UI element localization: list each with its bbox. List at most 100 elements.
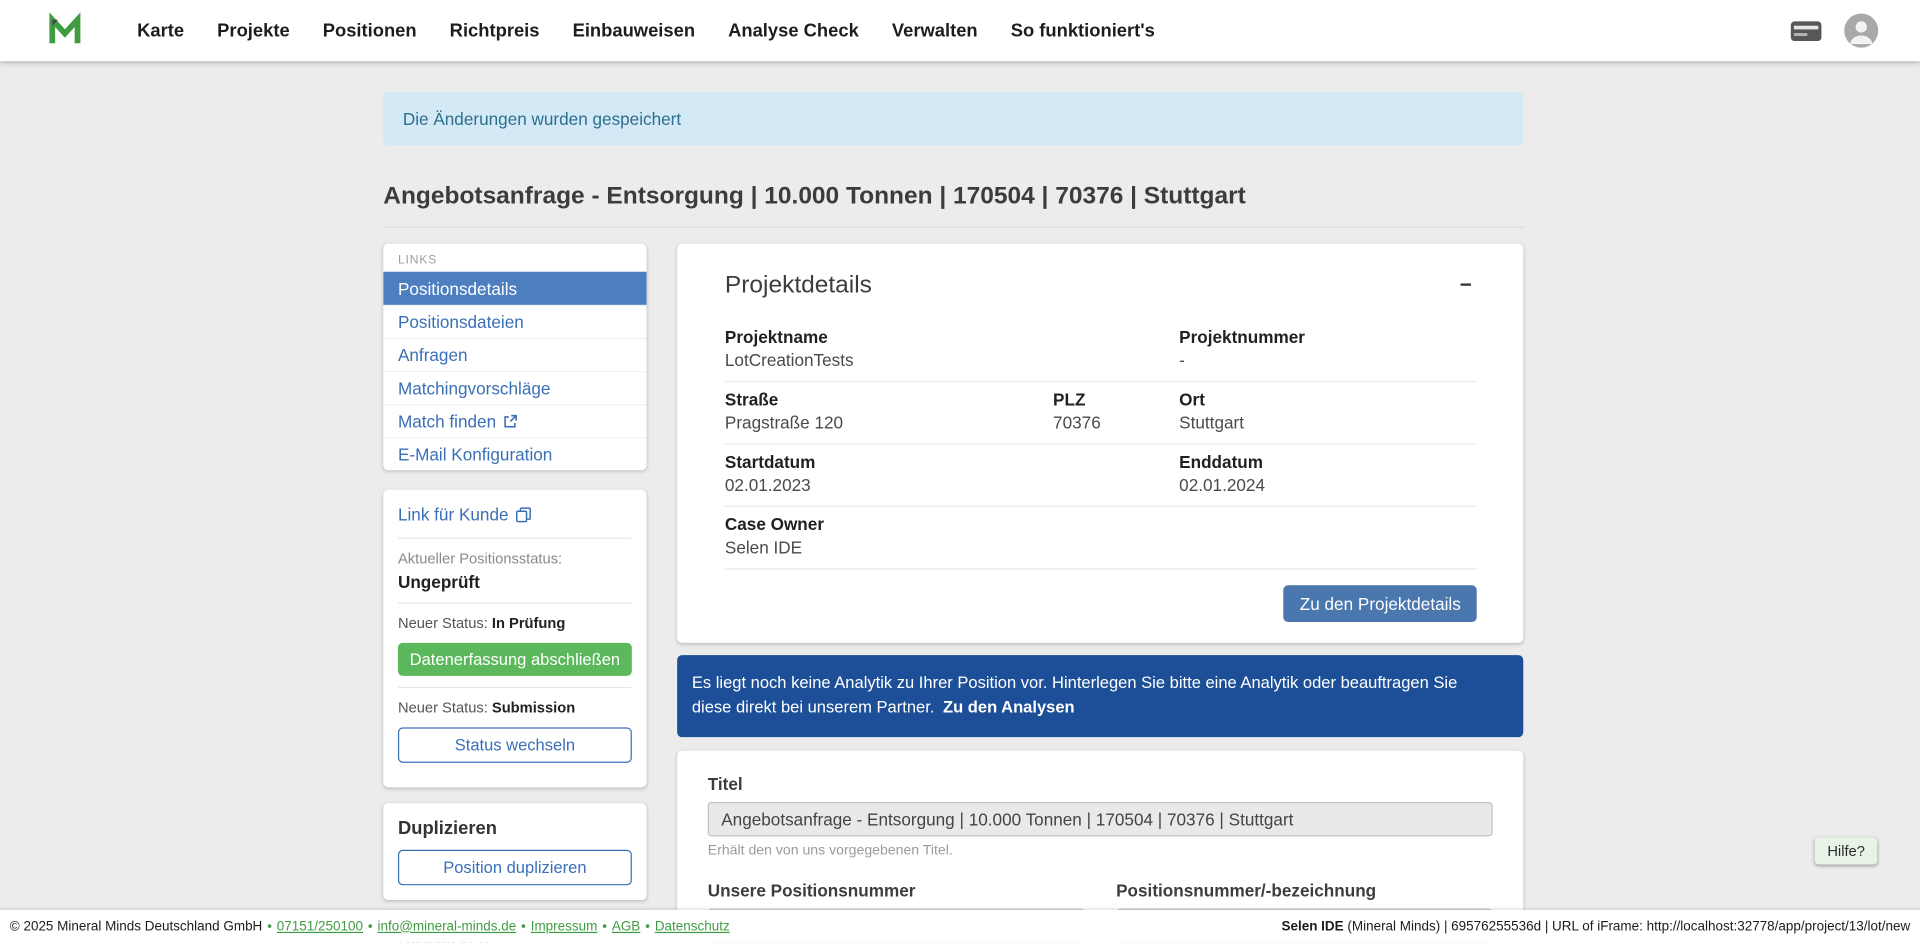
sidebar-item-anfragen[interactable]: Anfragen [383,338,646,371]
field-label: Enddatum [1179,452,1477,472]
project-actions: Zu den Projektdetails [725,585,1477,622]
analytics-banner: Es liegt noch keine Analytik zu Ihrer Po… [677,655,1523,736]
collapse-button[interactable]: − [1455,272,1477,298]
footer-user-name: Selen IDE [1282,919,1344,934]
footer: © 2025 Mineral Minds Deutschland GmbH • … [0,910,1920,943]
customer-link[interactable]: Link für Kunde [398,504,532,524]
titel-label: Titel [708,773,1493,793]
content-columns: LINKS Positionsdetails Positionsdateien … [383,244,1523,943]
field-startdatum: Startdatum 02.01.2023 [725,452,1179,495]
field-row: Startdatum 02.01.2023 Enddatum 02.01.202… [725,444,1477,506]
field-ort: Ort Stuttgart [1179,389,1477,432]
status-wechseln-button[interactable]: Status wechseln [398,727,632,763]
nav-item-positionen[interactable]: Positionen [323,20,417,41]
nav-item-verwalten[interactable]: Verwalten [892,20,978,41]
nav-item-richtpreis[interactable]: Richtpreis [450,20,540,41]
project-details-card: Projektdetails − Projektname LotCreation… [677,244,1523,643]
current-status-label: Aktueller Positionsstatus: [398,550,632,567]
customer-link-section: Link für Kunde [398,503,632,537]
footer-agb-link[interactable]: AGB [612,919,640,934]
left-sidebar: LINKS Positionsdetails Positionsdateien … [383,244,646,943]
next-status-submission-section: Neuer Status: Submission Status wechseln [398,687,632,774]
card-reader-icon[interactable] [1790,20,1822,41]
field-label: Startdatum [725,452,1179,472]
duplicate-card: Duplizieren Position duplizieren [383,803,646,900]
field-enddatum: Enddatum 02.01.2024 [1179,452,1477,495]
sidebar-item-match-finden[interactable]: Match finden [383,404,646,437]
footer-separator: • [645,919,650,934]
sidebar-item-positionsdateien[interactable]: Positionsdateien [383,305,646,338]
zu-den-projektdetails-button[interactable]: Zu den Projektdetails [1284,585,1477,622]
field-projektname: Projektname LotCreationTests [725,327,1179,370]
field-label: PLZ [1053,389,1179,409]
next-status-label: Neuer Status: [398,699,488,716]
customer-link-label: Link für Kunde [398,504,509,524]
next-status-value: Submission [492,699,575,716]
field-label: Case Owner [725,514,1179,534]
page-container: Die Änderungen wurden gespeichert Angebo… [383,92,1523,943]
titel-input [708,801,1493,835]
sidebar-item-label: Positionsdateien [398,312,524,332]
field-value: - [1179,350,1477,370]
footer-separator: • [267,919,272,934]
nav-item-einbauweisen[interactable]: Einbauweisen [573,20,695,41]
nav-item-projekte[interactable]: Projekte [217,20,289,41]
footer-email-link[interactable]: info@mineral-minds.de [377,919,516,934]
titel-helper: Erhält den von uns vorgegebenen Titel. [708,843,1493,858]
sidebar-item-email-konfiguration[interactable]: E-Mail Konfiguration [383,437,646,470]
footer-phone-link[interactable]: 07151/250100 [277,919,363,934]
project-fields: Projektname LotCreationTests Projektnumm… [725,320,1477,570]
user-avatar[interactable] [1844,13,1878,47]
sidebar-item-label: Match finden [398,411,496,431]
success-alert: Die Änderungen wurden gespeichert [383,92,1523,146]
external-link-icon [503,414,518,429]
position-duplizieren-button[interactable]: Position duplizieren [398,850,632,886]
nav-item-analyse-check[interactable]: Analyse Check [728,20,859,41]
next-status-line: Neuer Status: In Prüfung [398,615,632,632]
sidebar-item-positionsdetails[interactable]: Positionsdetails [383,272,646,305]
datenerfassung-abschliessen-button[interactable]: Datenerfassung abschließen [398,643,632,676]
current-status-value: Ungeprüft [398,572,632,592]
alert-message: Die Änderungen wurden gespeichert [403,109,681,129]
project-details-title: Projektdetails [725,272,872,300]
footer-datenschutz-link[interactable]: Datenschutz [655,919,730,934]
zu-den-analysen-link[interactable]: Zu den Analysen [943,698,1075,716]
nav-menu: Karte Projekte Positionen Richtpreis Ein… [137,20,1155,41]
title-divider [383,227,1523,228]
field-value: LotCreationTests [725,350,1179,370]
navbar-right [1790,13,1895,47]
main-content: Projektdetails − Projektname LotCreation… [677,244,1523,943]
links-header: LINKS [383,244,646,272]
field-row: Case Owner Selen IDE [725,507,1477,569]
field-label: Projektname [725,327,1179,347]
help-button[interactable]: Hilfe? [1815,838,1877,865]
sidebar-item-matchingvorschlaege[interactable]: Matchingvorschläge [383,371,646,404]
field-value: 70376 [1053,413,1179,433]
field-value: Stuttgart [1179,413,1477,433]
mineral-minds-logo[interactable] [47,12,84,49]
sidebar-item-label: Anfragen [398,345,468,365]
nav-item-karte[interactable]: Karte [137,20,184,41]
app-canvas: Karte Projekte Positionen Richtpreis Ein… [0,0,1920,943]
page-title: Angebotsanfrage - Entsorgung | 10.000 To… [383,182,1523,210]
field-label: Projektnummer [1179,327,1477,347]
footer-separator: • [521,919,526,934]
status-card: Link für Kunde Aktueller Positionsstatus… [383,490,646,788]
footer-user-info: Selen IDE (Mineral Minds) | 69576255536d… [1282,919,1911,934]
field-label: Ort [1179,389,1477,409]
titel-group: Titel Erhält den von uns vorgegebenen Ti… [708,773,1493,857]
field-row: Projektname LotCreationTests Projektnumm… [725,320,1477,382]
nav-item-so-funktionierts[interactable]: So funktioniert's [1011,20,1155,41]
logo-m-icon [47,12,84,49]
project-details-header: Projektdetails − [725,272,1477,300]
sidebar-item-label: Matchingvorschläge [398,378,550,398]
position-number-label: Positionsnummer/-bezeichnung [1116,880,1493,900]
field-case-owner: Case Owner Selen IDE [725,514,1179,557]
field-plz: PLZ 70376 [1053,389,1179,432]
copyright-text: © 2025 Mineral Minds Deutschland GmbH [10,919,262,934]
sidebar-item-label: E-Mail Konfiguration [398,444,552,464]
our-number-label: Unsere Positionsnummer [708,880,1085,900]
footer-impressum-link[interactable]: Impressum [531,919,598,934]
field-value: 02.01.2024 [1179,475,1477,495]
footer-left: © 2025 Mineral Minds Deutschland GmbH • … [10,919,730,934]
